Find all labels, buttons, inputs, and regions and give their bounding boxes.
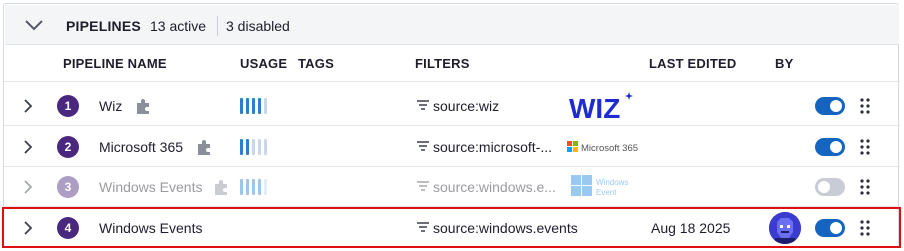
header-divider-line bbox=[4, 81, 900, 82]
usage-bar bbox=[240, 139, 243, 155]
usage-bar bbox=[246, 179, 249, 195]
section-title: PIPELINES bbox=[66, 18, 141, 34]
usage-bar bbox=[264, 179, 267, 195]
usage-bar bbox=[252, 179, 255, 195]
usage-bar bbox=[258, 179, 261, 195]
pipeline-name[interactable]: Wiz bbox=[99, 98, 122, 114]
chevron-right-icon[interactable] bbox=[22, 179, 34, 195]
pipeline-row[interactable]: 2 Microsoft 365 source:microsoft-... Mic… bbox=[4, 127, 900, 167]
drag-handle-icon[interactable] bbox=[860, 97, 870, 115]
drag-handle-icon[interactable] bbox=[860, 178, 870, 196]
usage-bar bbox=[252, 98, 255, 114]
usage-bar bbox=[252, 139, 255, 155]
pipeline-name[interactable]: Microsoft 365 bbox=[99, 139, 183, 155]
column-header-name[interactable]: PIPELINE NAME bbox=[63, 56, 167, 71]
microsoft-365-logo: Microsoft 365 bbox=[567, 141, 638, 154]
usage-bar bbox=[258, 139, 261, 155]
column-header-tags: TAGS bbox=[298, 56, 334, 71]
usage-bars-icon bbox=[240, 179, 267, 195]
column-header-filters: FILTERS bbox=[415, 56, 470, 71]
chevron-down-icon[interactable] bbox=[23, 17, 45, 33]
usage-bar bbox=[246, 98, 249, 114]
filter-icon bbox=[417, 181, 429, 191]
puzzle-icon bbox=[137, 99, 149, 114]
usage-bars-icon bbox=[240, 139, 267, 155]
pipeline-toggle[interactable] bbox=[815, 97, 845, 115]
active-count: 13 active bbox=[150, 18, 207, 34]
column-header-last-edited[interactable]: LAST EDITED bbox=[649, 56, 736, 71]
windows-event-logo: Windows Event bbox=[571, 175, 628, 197]
pipeline-row[interactable]: 1 Wiz source:wiz WIZ bbox=[4, 86, 900, 126]
usage-bar bbox=[264, 98, 267, 114]
drag-handle-icon[interactable] bbox=[860, 138, 870, 156]
usage-bars-icon bbox=[240, 98, 267, 114]
pipeline-row[interactable]: 3 Windows Events source:windows.e... Win… bbox=[4, 167, 900, 207]
column-header-usage[interactable]: USAGE bbox=[240, 56, 287, 71]
puzzle-icon bbox=[198, 140, 210, 155]
usage-bar bbox=[246, 139, 249, 155]
chevron-right-icon[interactable] bbox=[22, 139, 34, 155]
selected-row-highlight bbox=[2, 207, 901, 248]
pipeline-index-badge: 2 bbox=[57, 136, 79, 158]
pipeline-name[interactable]: Windows Events bbox=[99, 179, 202, 195]
filter-icon bbox=[417, 100, 429, 110]
svg-text:Windows: Windows bbox=[596, 178, 628, 187]
pipeline-filter: source:microsoft-... bbox=[433, 139, 553, 155]
pipeline-filter: source:wiz bbox=[433, 98, 500, 114]
column-header-by: BY bbox=[775, 56, 794, 71]
pipeline-filter: source:windows.e... bbox=[433, 179, 556, 195]
pipeline-index-badge: 1 bbox=[57, 95, 79, 117]
disabled-count: 3 disabled bbox=[226, 18, 290, 34]
puzzle-icon bbox=[215, 180, 227, 195]
chevron-right-icon[interactable] bbox=[22, 98, 34, 114]
usage-bar bbox=[258, 98, 261, 114]
wiz-logo: WIZ bbox=[569, 92, 633, 122]
usage-bar bbox=[240, 179, 243, 195]
pipeline-index-badge: 3 bbox=[57, 176, 79, 198]
filter-icon bbox=[417, 141, 429, 151]
pipelines-header: PIPELINES 13 active 3 disabled bbox=[5, 5, 899, 45]
svg-text:WIZ: WIZ bbox=[569, 93, 620, 122]
header-divider bbox=[217, 16, 218, 36]
usage-bar bbox=[264, 139, 267, 155]
pipeline-toggle[interactable] bbox=[815, 178, 845, 196]
svg-text:Microsoft 365: Microsoft 365 bbox=[581, 143, 638, 154]
usage-bar bbox=[240, 98, 243, 114]
svg-text:Event: Event bbox=[596, 188, 617, 197]
pipeline-toggle[interactable] bbox=[815, 138, 845, 156]
